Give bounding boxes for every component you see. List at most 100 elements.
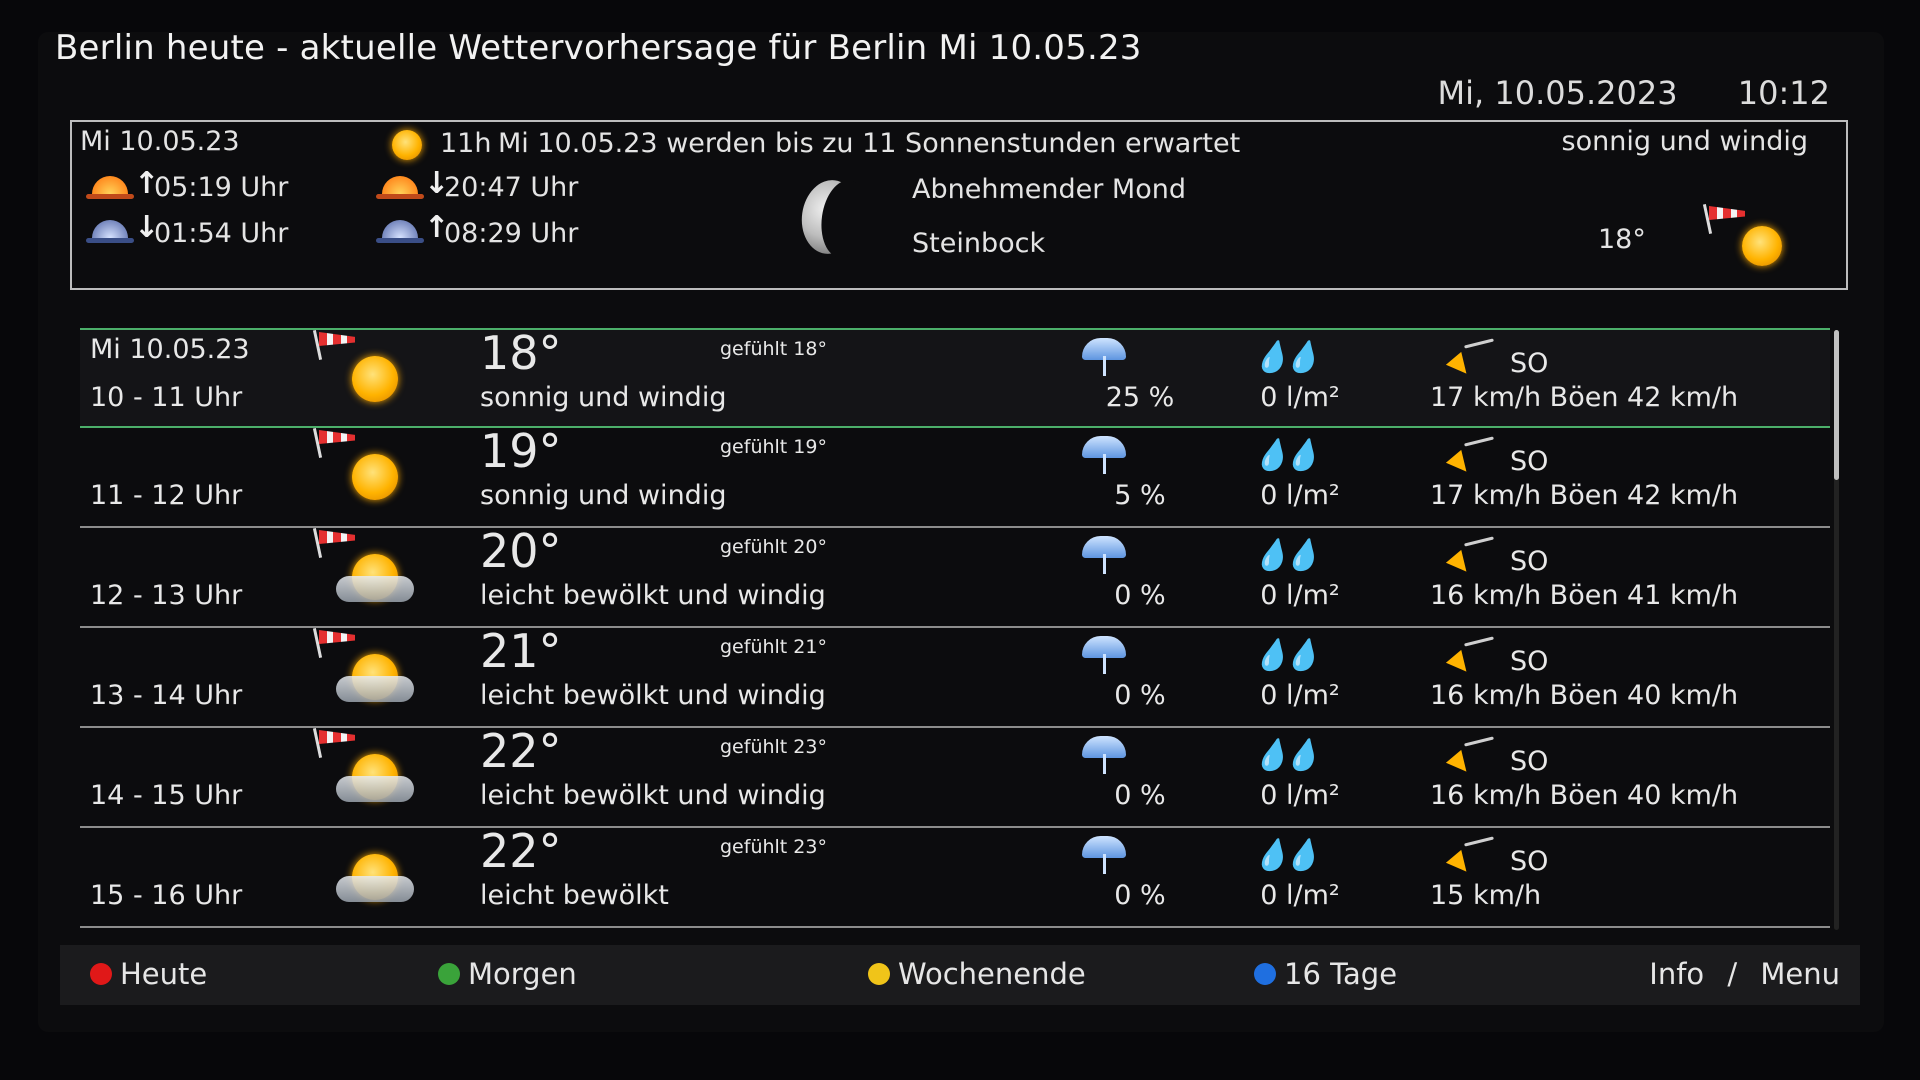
footer-label: 16 Tage <box>1284 957 1398 991</box>
row-wind-speed: 16 km/h Böen 41 km/h <box>1430 580 1739 611</box>
header-time: 10:12 <box>1737 74 1830 112</box>
wind-flag-icon <box>1702 204 1746 234</box>
row-condition: sonnig und windig <box>480 480 727 511</box>
row-wind-direction: SO <box>1510 546 1549 577</box>
row-feels-like: gefühlt 20° <box>720 536 827 558</box>
list-scrollbar[interactable] <box>1834 330 1839 930</box>
row-hour: 13 - 14 Uhr <box>90 680 243 711</box>
row-feels-like: gefühlt 19° <box>720 436 827 458</box>
partly-cloudy-icon <box>336 554 414 602</box>
row-hour: 12 - 13 Uhr <box>90 580 243 611</box>
row-wind-direction: SO <box>1510 348 1549 379</box>
wind-flag-icon <box>312 428 356 458</box>
sun-icon <box>392 130 422 160</box>
forecast-row[interactable]: 14 - 15 Uhr 22° gefühlt 23° leicht bewöl… <box>80 724 1830 828</box>
row-hour: 14 - 15 Uhr <box>90 780 243 811</box>
row-temperature: 22° <box>480 724 562 778</box>
row-wind-direction: SO <box>1510 646 1549 677</box>
umbrella-icon <box>1082 536 1126 576</box>
row-precip-amount: 0 l/m² <box>1260 880 1340 911</box>
sunset-icon <box>376 174 424 204</box>
day-summary-box: Mi 10.05.23 11h Mi 10.05.23 werden bis z… <box>70 120 1848 290</box>
footer-bar: Heute Morgen Wochenende 16 Tage Info / M… <box>60 945 1860 1005</box>
row-precip-probability: 5 % <box>1114 480 1166 511</box>
row-temperature: 21° <box>480 624 562 678</box>
rain-drops-icon: 💧💧 <box>1250 538 1323 573</box>
row-precip-probability: 0 % <box>1114 880 1166 911</box>
summary-sun-hours: 11h <box>440 128 492 159</box>
summary-temperature: 18° <box>1598 224 1646 255</box>
blue-button-16-days[interactable]: 16 Tage <box>1254 957 1397 991</box>
rain-drops-icon: 💧💧 <box>1250 438 1323 473</box>
partly-cloudy-icon <box>336 754 414 802</box>
moonrise-icon <box>376 218 424 248</box>
green-dot-icon <box>438 963 460 985</box>
moonrise-time: 08:29 Uhr <box>444 218 579 249</box>
row-wind-speed: 17 km/h Böen 42 km/h <box>1430 480 1739 511</box>
row-precip-amount: 0 l/m² <box>1260 480 1340 511</box>
header-datetime: Mi, 10.05.2023 10:12 <box>1438 74 1830 112</box>
sunny-icon <box>352 356 398 402</box>
sun-icon <box>1742 226 1782 266</box>
wind-direction-icon <box>1445 436 1494 479</box>
row-feels-like: gefühlt 18° <box>720 338 827 360</box>
row-condition: sonnig und windig <box>480 382 727 413</box>
sunset-time: 20:47 Uhr <box>444 172 579 203</box>
row-hour: 15 - 16 Uhr <box>90 880 243 911</box>
partly-cloudy-icon <box>336 854 414 902</box>
header-date: Mi, 10.05.2023 <box>1437 74 1678 112</box>
info-menu-group: Info / Menu <box>1649 957 1840 991</box>
sunrise-time: 05:19 Uhr <box>154 172 289 203</box>
scrollbar-thumb[interactable] <box>1834 330 1839 480</box>
wind-direction-icon <box>1445 338 1494 381</box>
wind-flag-icon <box>312 330 356 360</box>
moonset-icon <box>86 218 134 248</box>
summary-condition: sonnig und windig <box>1561 126 1808 157</box>
row-feels-like: gefühlt 23° <box>720 836 827 858</box>
row-precip-probability: 25 % <box>1105 382 1175 413</box>
rain-drops-icon: 💧💧 <box>1250 838 1323 873</box>
row-wind-speed: 16 km/h Böen 40 km/h <box>1430 680 1739 711</box>
green-button-tomorrow[interactable]: Morgen <box>438 957 577 991</box>
yellow-dot-icon <box>868 963 890 985</box>
row-date: Mi 10.05.23 <box>90 334 250 365</box>
row-wind-speed: 16 km/h Böen 40 km/h <box>1430 780 1739 811</box>
forecast-row[interactable]: 13 - 14 Uhr 21° gefühlt 21° leicht bewöl… <box>80 624 1830 728</box>
umbrella-icon <box>1082 436 1126 476</box>
wind-direction-icon <box>1445 836 1494 879</box>
row-condition: leicht bewölkt <box>480 880 669 911</box>
forecast-row[interactable]: 12 - 13 Uhr 20° gefühlt 20° leicht bewöl… <box>80 524 1830 628</box>
menu-button[interactable]: Menu <box>1760 957 1840 991</box>
row-condition: leicht bewölkt und windig <box>480 780 826 811</box>
red-dot-icon <box>90 963 112 985</box>
blue-dot-icon <box>1254 963 1276 985</box>
row-wind-speed: 17 km/h Böen 42 km/h <box>1430 382 1739 413</box>
hourly-forecast-list[interactable]: Mi 10.05.23 10 - 11 Uhr 18° gefühlt 18° … <box>80 326 1830 928</box>
footer-label: Wochenende <box>898 957 1086 991</box>
forecast-row[interactable]: 15 - 16 Uhr 22° gefühlt 23° leicht bewöl… <box>80 824 1830 928</box>
forecast-row[interactable]: 11 - 12 Uhr 19° gefühlt 19° sonnig und w… <box>80 424 1830 528</box>
info-button[interactable]: Info <box>1649 957 1704 991</box>
zodiac-sign: Steinbock <box>912 228 1046 259</box>
row-precip-amount: 0 l/m² <box>1260 680 1340 711</box>
red-button-today[interactable]: Heute <box>90 957 207 991</box>
wind-flag-icon <box>312 728 356 758</box>
footer-label: Morgen <box>468 957 577 991</box>
row-precip-probability: 0 % <box>1114 580 1166 611</box>
moonset-time: 01:54 Uhr <box>154 218 289 249</box>
row-wind-direction: SO <box>1510 446 1549 477</box>
forecast-row-selected[interactable]: Mi 10.05.23 10 - 11 Uhr 18° gefühlt 18° … <box>80 326 1830 428</box>
row-temperature: 20° <box>480 524 562 578</box>
umbrella-icon <box>1082 636 1126 676</box>
row-temperature: 18° <box>480 326 562 380</box>
page-title: Berlin heute - aktuelle Wettervorhersage… <box>55 28 1142 68</box>
row-precip-amount: 0 l/m² <box>1260 382 1340 413</box>
partly-cloudy-icon <box>336 654 414 702</box>
yellow-button-weekend[interactable]: Wochenende <box>868 957 1086 991</box>
umbrella-icon <box>1082 338 1126 378</box>
row-hour: 11 - 12 Uhr <box>90 480 243 511</box>
moon-phase-icon <box>797 176 863 258</box>
row-condition: leicht bewölkt und windig <box>480 680 826 711</box>
wind-direction-icon <box>1445 536 1494 579</box>
rain-drops-icon: 💧💧 <box>1250 638 1323 673</box>
